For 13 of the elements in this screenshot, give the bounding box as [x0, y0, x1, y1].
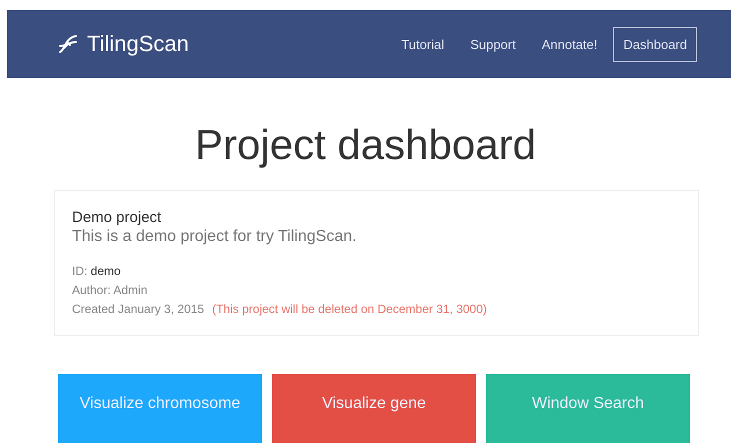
project-description: This is a demo project for try TilingScan.	[72, 228, 358, 246]
nav-link[interactable]: Dashboard	[613, 26, 697, 62]
deletion-warning: (This project will be deleted on December 31, 3000)	[212, 301, 487, 318]
project-author: Author: Admin	[72, 282, 148, 299]
project-id: ID: demo	[72, 263, 122, 280]
page-heading: Project dashboard	[194, 120, 537, 170]
action-button[interactable]: Visualize gene	[272, 374, 476, 443]
brand-name[interactable]: TilingScan	[87, 31, 189, 57]
nav-link[interactable]: Support	[460, 26, 526, 62]
nav-link[interactable]: Tutorial	[391, 26, 454, 62]
created-date: Created January 3, 2015	[72, 301, 204, 318]
project-name: Demo project	[72, 209, 162, 226]
nav-link[interactable]: Annotate!	[532, 26, 608, 62]
